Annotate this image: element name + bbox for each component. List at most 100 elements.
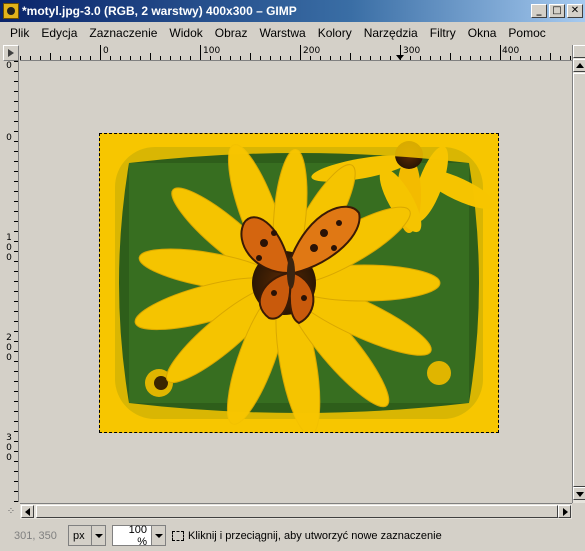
menu-plik[interactable]: Plik — [4, 26, 35, 40]
ruler-tick — [14, 271, 18, 272]
menu-filtry[interactable]: Filtry — [424, 26, 462, 40]
pointer-position-marker — [396, 55, 404, 60]
ruler-tick — [390, 56, 391, 60]
ruler-tick — [500, 45, 501, 60]
ruler-tick — [14, 91, 18, 92]
ruler-tick — [14, 461, 18, 462]
hruler-label-300: 300 — [403, 46, 421, 56]
rect-select-icon — [172, 530, 184, 541]
menu-pomoc[interactable]: Pomoc — [502, 26, 551, 40]
ruler-tick — [460, 56, 461, 60]
maximize-button[interactable]: □ — [549, 4, 565, 18]
hruler-label-400: 400 — [502, 46, 520, 56]
ruler-tick — [230, 56, 231, 60]
ruler-tick — [14, 421, 18, 422]
ruler-tick — [14, 481, 18, 482]
ruler-tick — [14, 491, 18, 492]
ruler-tick — [170, 56, 171, 60]
ruler-tick — [330, 56, 331, 60]
menu-okna[interactable]: Okna — [462, 26, 503, 40]
menu-obraz[interactable]: Obraz — [209, 26, 254, 40]
ruler-tick — [14, 431, 18, 432]
vruler-label-top: 0 — [6, 61, 12, 71]
ruler-tick — [280, 56, 281, 60]
hruler-label-200: 200 — [303, 46, 321, 56]
hruler-label-100: 100 — [203, 46, 221, 56]
menu-zaznaczenie[interactable]: Zaznaczenie — [83, 26, 163, 40]
vruler-label-0: 0 — [6, 133, 12, 143]
ruler-tick — [50, 53, 51, 60]
vruler-label-200: 200 — [6, 333, 12, 363]
title-bar: *motyl.jpg-3.0 (RGB, 2 warstwy) 400x300 … — [0, 0, 585, 22]
ruler-tick — [380, 56, 381, 60]
ruler-tick — [260, 56, 261, 60]
menu-edycja[interactable]: Edycja — [35, 26, 83, 40]
ruler-tick — [14, 411, 18, 412]
ruler-tick — [180, 56, 181, 60]
ruler-tick — [14, 101, 18, 102]
ruler-tick — [120, 56, 121, 60]
ruler-tick — [14, 231, 18, 232]
scroll-left-button[interactable] — [21, 505, 34, 518]
menu-widok[interactable]: Widok — [163, 26, 208, 40]
minimize-button[interactable]: _ — [531, 4, 547, 18]
vertical-scrollbar[interactable] — [572, 45, 585, 503]
ruler-tick — [14, 291, 18, 292]
hruler-label-0: 0 — [103, 46, 109, 56]
ruler-tick — [60, 56, 61, 60]
status-message: Kliknij i przeciągnij, aby utworzyć nowe… — [172, 530, 442, 542]
ruler-tick — [14, 441, 18, 442]
ruler-tick — [14, 321, 18, 322]
close-button[interactable]: ✕ — [567, 4, 583, 18]
vertical-scroll-thumb[interactable] — [573, 73, 585, 487]
horizontal-ruler[interactable]: 0 100 200 300 400 — [20, 45, 572, 61]
ruler-tick — [250, 53, 251, 60]
ruler-tick — [560, 56, 561, 60]
ruler-tick — [14, 401, 18, 402]
ruler-tick — [14, 261, 18, 262]
image-menu-arrow-button[interactable] — [3, 45, 19, 61]
gimp-app-icon[interactable] — [3, 3, 19, 19]
menu-warstwa[interactable]: Warstwa — [253, 26, 311, 40]
vruler-label-100: 100 — [6, 233, 12, 263]
ruler-tick — [450, 53, 451, 60]
ruler-tick — [14, 61, 18, 62]
ruler-tick — [470, 56, 471, 60]
ruler-tick — [300, 45, 301, 60]
ruler-tick — [270, 56, 271, 60]
window-title: *motyl.jpg-3.0 (RGB, 2 warstwy) 400x300 … — [22, 4, 297, 18]
quick-mask-toggle[interactable]: ⁘ — [3, 503, 19, 519]
nav-menu-button[interactable] — [573, 45, 585, 58]
ruler-tick — [550, 53, 551, 60]
ruler-tick — [240, 56, 241, 60]
ruler-tick — [100, 45, 101, 60]
ruler-tick — [14, 241, 18, 242]
ruler-tick — [14, 71, 18, 72]
navigation-button[interactable] — [572, 503, 585, 519]
ruler-tick — [520, 56, 521, 60]
ruler-tick — [340, 56, 341, 60]
zoom-select[interactable]: 100 % — [112, 524, 166, 548]
ruler-tick — [40, 56, 41, 60]
horizontal-scroll-thumb[interactable] — [36, 505, 558, 518]
ruler-tick — [14, 201, 18, 202]
vertical-ruler[interactable]: 0 0 100 200 300 — [3, 61, 19, 502]
ruler-tick — [70, 56, 71, 60]
ruler-tick — [14, 81, 18, 82]
ruler-tick — [14, 451, 18, 452]
menu-kolory[interactable]: Kolory — [312, 26, 358, 40]
menu-narzedzia[interactable]: Narzędzia — [358, 26, 424, 40]
ruler-tick — [14, 381, 18, 382]
status-bar: 301, 350 px 100 % Kliknij i przeciągnij,… — [0, 520, 585, 551]
unit-select[interactable]: px — [68, 525, 106, 546]
image-canvas[interactable] — [99, 133, 499, 433]
ruler-tick — [14, 111, 18, 112]
scroll-right-button[interactable] — [558, 505, 571, 518]
scroll-up-button[interactable] — [573, 59, 585, 72]
ruler-tick — [14, 141, 18, 142]
ruler-tick — [140, 56, 141, 60]
horizontal-scrollbar[interactable] — [20, 503, 572, 519]
ruler-tick — [490, 56, 491, 60]
scroll-down-button[interactable] — [573, 487, 585, 500]
ruler-tick — [510, 56, 511, 60]
